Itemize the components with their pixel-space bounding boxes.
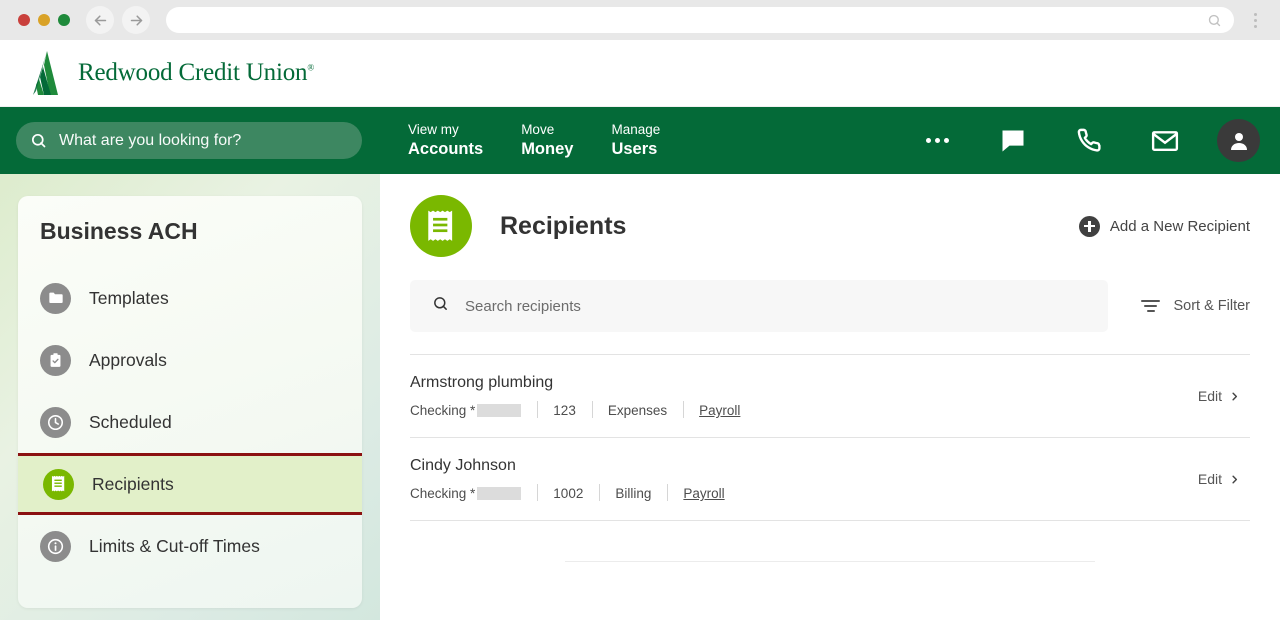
- recipient-account: Checking *: [410, 486, 537, 501]
- edit-label: Edit: [1197, 471, 1222, 487]
- forward-arrow-icon[interactable]: [122, 6, 150, 34]
- page-title: Recipients: [500, 211, 627, 240]
- recipient-meta: Checking * 1002 Billing Payroll: [410, 484, 1198, 501]
- site-search-placeholder: What are you looking for?: [59, 131, 242, 149]
- nav-links: View my Accounts Move Money Manage Users: [408, 122, 698, 160]
- sidebar-item-limits-label: Limits & Cut-off Times: [89, 535, 260, 556]
- browser-chrome: [0, 0, 1280, 40]
- recipient-category: Billing: [599, 484, 667, 501]
- sidebar-item-recipients-label: Recipients: [92, 473, 174, 494]
- receipt-icon: [410, 195, 472, 257]
- user-avatar-icon[interactable]: [1217, 119, 1260, 162]
- sidebar: Business ACH Templates Approvals Schedul…: [0, 174, 380, 620]
- page-body: Business ACH Templates Approvals Schedul…: [0, 174, 1280, 620]
- recipient-account-label: Checking *: [410, 403, 476, 418]
- clock-icon: [40, 406, 71, 438]
- brand-bar: Redwood Credit Union®: [0, 40, 1280, 107]
- nav-item-accounts-top: View my: [408, 121, 459, 137]
- recipient-number: 1002: [537, 484, 599, 501]
- list-divider-partial: [565, 561, 1095, 562]
- recipient-tag-link: Payroll: [683, 486, 725, 501]
- nav-item-accounts[interactable]: View my Accounts: [408, 122, 521, 160]
- nav-item-accounts-bottom: Accounts: [408, 139, 484, 158]
- redacted-account-number: [477, 487, 522, 500]
- table-row[interactable]: Armstrong plumbing Checking * 123 Expens…: [410, 355, 1250, 437]
- recipient-category: Expenses: [591, 401, 683, 418]
- search-icon: [30, 132, 47, 149]
- table-row[interactable]: Cindy Johnson Checking * 1002 Billing Pa…: [410, 438, 1250, 520]
- sidebar-title: Business ACH: [40, 218, 198, 244]
- sidebar-item-templates-label: Templates: [89, 287, 169, 308]
- brand-name: Redwood Credit Union®: [78, 59, 314, 86]
- search-icon: [432, 295, 449, 317]
- plus-circle-icon: [1078, 215, 1100, 237]
- recipient-meta: Checking * 123 Expenses Payroll: [410, 401, 1198, 418]
- filter-icon: [1141, 300, 1161, 312]
- clipboard-check-icon: [40, 344, 71, 376]
- nav-item-money[interactable]: Move Money: [521, 122, 611, 160]
- search-recipients-input[interactable]: Search recipients: [410, 280, 1108, 332]
- edit-label: Edit: [1197, 388, 1222, 404]
- main-content: Recipients Add a New Recipient Search re…: [380, 174, 1280, 620]
- recipient-tag[interactable]: Payroll: [683, 401, 756, 418]
- sidebar-item-scheduled-label: Scheduled: [89, 411, 172, 432]
- address-bar[interactable]: [166, 7, 1234, 33]
- sidebar-item-approvals[interactable]: Approvals: [18, 329, 362, 391]
- search-row: Search recipients Sort & Filter: [410, 280, 1250, 332]
- sidebar-item-templates[interactable]: Templates: [18, 267, 362, 329]
- chevron-right-icon: [1229, 391, 1240, 402]
- edit-recipient-button[interactable]: Edit: [1198, 388, 1250, 404]
- maximize-window-button[interactable]: [58, 14, 70, 26]
- minimize-window-button[interactable]: [38, 14, 50, 26]
- receipt-icon: [43, 468, 74, 500]
- recipient-name: Cindy Johnson: [410, 457, 516, 474]
- add-new-recipient-button[interactable]: Add a New Recipient: [1078, 215, 1250, 237]
- nav-item-users-top: Manage: [611, 121, 661, 137]
- recipient-details: Cindy Johnson Checking * 1002 Billing Pa…: [410, 457, 1198, 501]
- edit-recipient-button[interactable]: Edit: [1198, 471, 1250, 487]
- search-recipients-placeholder: Search recipients: [465, 297, 581, 315]
- recipient-number: 123: [537, 401, 592, 418]
- redwood-tree-logo: [33, 51, 58, 95]
- recipients-list: Armstrong plumbing Checking * 123 Expens…: [410, 354, 1250, 562]
- back-arrow-icon[interactable]: [86, 6, 114, 34]
- redacted-account-number: [477, 404, 522, 417]
- sidebar-item-limits[interactable]: Limits & Cut-off Times: [18, 515, 362, 577]
- more-options-icon[interactable]: [899, 117, 975, 165]
- main-header: Recipients Add a New Recipient: [410, 195, 1250, 257]
- sidebar-card: Business ACH Templates Approvals Schedul…: [18, 196, 362, 608]
- window-traffic-lights: [18, 14, 70, 26]
- sidebar-item-scheduled[interactable]: Scheduled: [18, 391, 362, 453]
- recipient-account: Checking *: [410, 403, 537, 418]
- search-icon: [1207, 13, 1222, 28]
- folder-icon: [40, 282, 71, 314]
- kebab-menu-icon[interactable]: [1244, 6, 1266, 34]
- nav-item-money-bottom: Money: [521, 139, 574, 158]
- close-window-button[interactable]: [18, 14, 30, 26]
- chat-icon[interactable]: [975, 117, 1051, 165]
- sidebar-item-recipients[interactable]: Recipients: [18, 453, 362, 515]
- recipient-name: Armstrong plumbing: [410, 374, 554, 391]
- nav-item-money-top: Move: [521, 121, 555, 137]
- chevron-right-icon: [1229, 474, 1240, 485]
- sidebar-item-approvals-label: Approvals: [89, 349, 167, 370]
- info-icon: [40, 530, 71, 562]
- nav-item-users-bottom: Users: [611, 139, 658, 158]
- primary-navigation: What are you looking for? View my Accoun…: [0, 107, 1280, 174]
- site-search-input[interactable]: What are you looking for?: [16, 122, 362, 159]
- mail-icon[interactable]: [1127, 117, 1203, 165]
- recipient-tag-link: Payroll: [699, 403, 741, 418]
- nav-icon-group: [899, 117, 1262, 165]
- sort-and-filter-label: Sort & Filter: [1173, 298, 1250, 314]
- nav-item-users[interactable]: Manage Users: [611, 122, 698, 160]
- trademark-symbol: ®: [307, 62, 314, 73]
- phone-icon[interactable]: [1051, 117, 1127, 165]
- recipient-details: Armstrong plumbing Checking * 123 Expens…: [410, 374, 1198, 418]
- recipient-tag[interactable]: Payroll: [667, 484, 740, 501]
- sort-and-filter-button[interactable]: Sort & Filter: [1141, 298, 1250, 314]
- add-new-recipient-label: Add a New Recipient: [1109, 217, 1250, 235]
- recipient-account-label: Checking *: [410, 486, 476, 501]
- brand-logo[interactable]: Redwood Credit Union®: [30, 51, 314, 95]
